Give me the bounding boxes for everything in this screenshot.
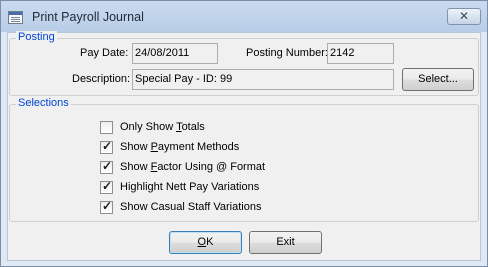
checkmark-icon: ✓: [101, 139, 113, 153]
selections-group-label: Selections: [16, 97, 71, 109]
ok-button-label: K: [206, 236, 214, 248]
window-title: Print Payroll Journal: [32, 10, 144, 24]
only-show-totals-checkbox[interactable]: [100, 121, 113, 134]
posting-group-label: Posting: [16, 31, 57, 43]
show-factor-checkbox[interactable]: ✓: [100, 159, 113, 174]
show-payment-methods-checkbox[interactable]: ✓: [100, 139, 113, 154]
show-factor-label: Show Factor Using @ Format: [120, 161, 266, 173]
close-icon: ✕: [458, 9, 470, 23]
highlight-nett-pay-label: Highlight Nett Pay Variations: [120, 181, 260, 193]
ok-button[interactable]: OK: [169, 231, 242, 254]
selections-group: Selections Only Show Totals ✓ Show Payme…: [9, 97, 479, 222]
checkmark-icon: ✓: [101, 199, 113, 213]
select-button[interactable]: Select...: [402, 68, 474, 91]
pay-date-field[interactable]: 24/08/2011: [132, 43, 218, 64]
ok-button-accel: O: [197, 236, 207, 248]
description-label: Description:: [72, 73, 131, 85]
pay-date-label: Pay Date:: [80, 47, 129, 59]
close-button[interactable]: ✕: [447, 8, 481, 25]
dialog-body: Posting Pay Date: 24/08/2011 Posting Num…: [7, 31, 481, 261]
print-payroll-journal-window: Print Payroll Journal ✕ Posting Pay Date…: [0, 0, 488, 267]
checkmark-icon: ✓: [101, 159, 113, 173]
title-bar[interactable]: Print Payroll Journal ✕: [1, 1, 487, 32]
posting-group: Posting Pay Date: 24/08/2011 Posting Num…: [9, 31, 479, 96]
posting-number-field[interactable]: 2142: [327, 43, 394, 64]
posting-number-label: Posting Number:: [246, 47, 328, 59]
only-show-totals-label: Only Show Totals: [120, 121, 205, 133]
checkmark-icon: ✓: [101, 179, 113, 193]
show-casual-staff-label: Show Casual Staff Variations: [120, 201, 262, 213]
show-casual-staff-checkbox[interactable]: ✓: [100, 199, 113, 214]
show-payment-methods-label: Show Payment Methods: [120, 141, 240, 153]
window-app-icon[interactable]: [8, 11, 23, 24]
highlight-nett-pay-checkbox[interactable]: ✓: [100, 179, 113, 194]
description-field[interactable]: Special Pay - ID: 99: [132, 69, 394, 90]
exit-button[interactable]: Exit: [249, 231, 322, 254]
